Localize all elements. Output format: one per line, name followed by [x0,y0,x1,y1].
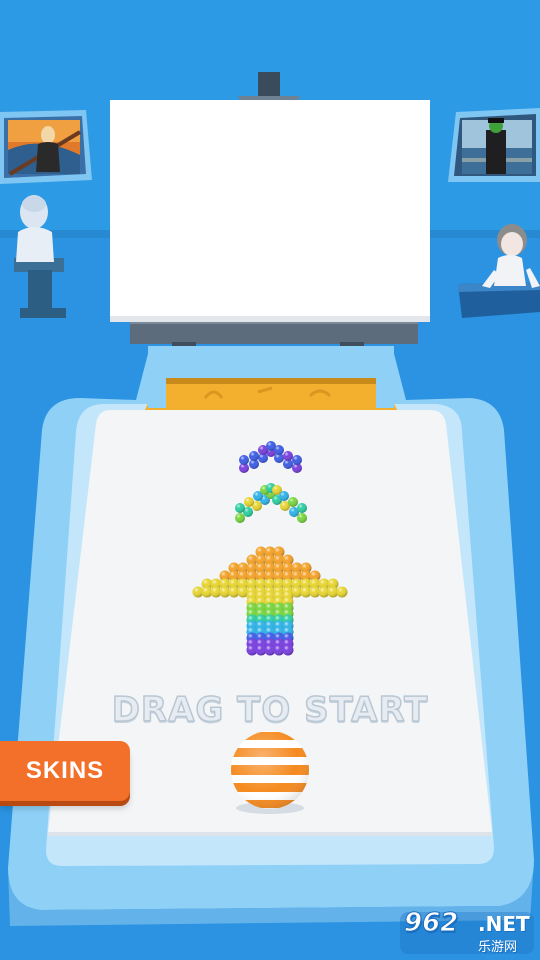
game-scene[interactable] [0,0,540,960]
drag-to-start-prompt: DRAG TO START [111,689,429,731]
bead-shine [274,445,284,455]
site-watermark: 962 .NET 乐游网 [400,908,536,956]
skins-button[interactable]: SKINS [0,741,130,801]
bead-shine [297,513,307,523]
watermark-suffix: .NET [478,912,530,936]
bead-shine [282,644,294,656]
bead-shine [249,451,259,461]
bead-shine [336,586,348,598]
scream-painting [0,110,92,184]
bead-shine [292,455,302,465]
bead-shine [235,513,245,523]
white-canvas [110,100,430,322]
watermark-number: 962 [403,908,459,939]
bead-shine [244,497,254,507]
bead-shine [288,497,298,507]
bead-shine [297,503,307,513]
watermark-subtitle: 乐游网 [478,940,518,955]
son-of-man-painting [448,108,540,182]
bead-shine [283,451,293,461]
bead-shine [235,503,245,513]
bead-shine [239,455,249,465]
bead-shine [279,491,289,501]
